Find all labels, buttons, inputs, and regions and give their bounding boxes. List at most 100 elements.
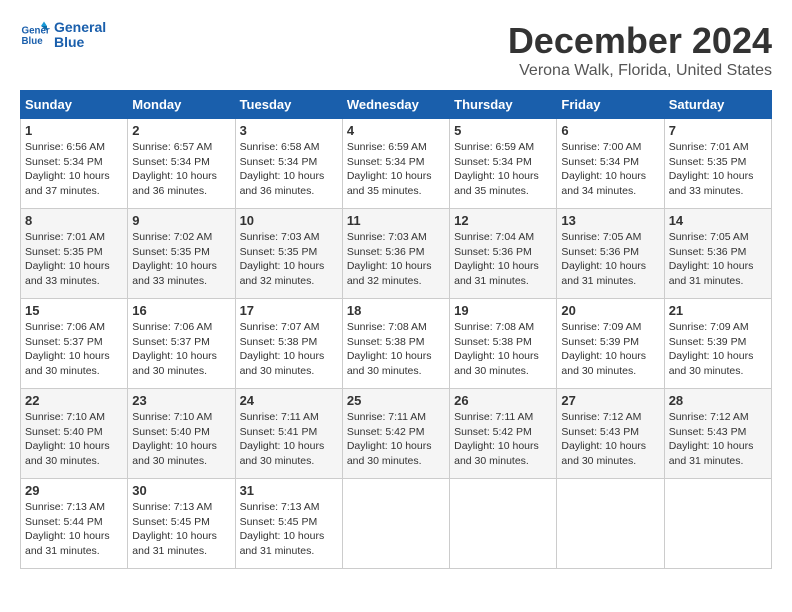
day-cell: 23 Sunrise: 7:10 AM Sunset: 5:40 PM Dayl… [128,389,235,479]
day-cell: 4 Sunrise: 6:59 AM Sunset: 5:34 PM Dayli… [342,119,449,209]
day-cell: 1 Sunrise: 6:56 AM Sunset: 5:34 PM Dayli… [21,119,128,209]
day-info: Sunrise: 6:56 AM Sunset: 5:34 PM Dayligh… [25,140,123,199]
day-info: Sunrise: 7:08 AM Sunset: 5:38 PM Dayligh… [347,320,445,379]
day-number: 10 [240,213,338,228]
day-cell: 9 Sunrise: 7:02 AM Sunset: 5:35 PM Dayli… [128,209,235,299]
day-number: 19 [454,303,552,318]
day-number: 22 [25,393,123,408]
day-number: 26 [454,393,552,408]
day-cell [450,479,557,569]
day-info: Sunrise: 7:11 AM Sunset: 5:42 PM Dayligh… [347,410,445,469]
day-info: Sunrise: 7:11 AM Sunset: 5:41 PM Dayligh… [240,410,338,469]
day-info: Sunrise: 7:12 AM Sunset: 5:43 PM Dayligh… [561,410,659,469]
day-number: 27 [561,393,659,408]
day-number: 8 [25,213,123,228]
day-cell: 7 Sunrise: 7:01 AM Sunset: 5:35 PM Dayli… [664,119,771,209]
day-info: Sunrise: 7:03 AM Sunset: 5:35 PM Dayligh… [240,230,338,289]
day-number: 16 [132,303,230,318]
day-info: Sunrise: 7:10 AM Sunset: 5:40 PM Dayligh… [25,410,123,469]
day-cell: 26 Sunrise: 7:11 AM Sunset: 5:42 PM Dayl… [450,389,557,479]
title-block: December 2024 Verona Walk, Florida, Unit… [508,20,772,80]
day-info: Sunrise: 7:01 AM Sunset: 5:35 PM Dayligh… [669,140,767,199]
day-number: 21 [669,303,767,318]
day-cell: 2 Sunrise: 6:57 AM Sunset: 5:34 PM Dayli… [128,119,235,209]
day-info: Sunrise: 7:02 AM Sunset: 5:35 PM Dayligh… [132,230,230,289]
calendar-header-row: SundayMondayTuesdayWednesdayThursdayFrid… [21,91,772,119]
day-info: Sunrise: 7:07 AM Sunset: 5:38 PM Dayligh… [240,320,338,379]
week-row-4: 22 Sunrise: 7:10 AM Sunset: 5:40 PM Dayl… [21,389,772,479]
day-number: 17 [240,303,338,318]
day-cell: 11 Sunrise: 7:03 AM Sunset: 5:36 PM Dayl… [342,209,449,299]
day-cell: 31 Sunrise: 7:13 AM Sunset: 5:45 PM Dayl… [235,479,342,569]
day-number: 15 [25,303,123,318]
day-cell [664,479,771,569]
day-cell: 30 Sunrise: 7:13 AM Sunset: 5:45 PM Dayl… [128,479,235,569]
day-number: 24 [240,393,338,408]
day-cell: 8 Sunrise: 7:01 AM Sunset: 5:35 PM Dayli… [21,209,128,299]
day-number: 18 [347,303,445,318]
day-cell: 12 Sunrise: 7:04 AM Sunset: 5:36 PM Dayl… [450,209,557,299]
day-number: 28 [669,393,767,408]
day-cell [557,479,664,569]
day-info: Sunrise: 6:59 AM Sunset: 5:34 PM Dayligh… [347,140,445,199]
day-cell: 3 Sunrise: 6:58 AM Sunset: 5:34 PM Dayli… [235,119,342,209]
day-number: 4 [347,123,445,138]
day-cell: 21 Sunrise: 7:09 AM Sunset: 5:39 PM Dayl… [664,299,771,389]
month-title: December 2024 [508,20,772,62]
day-info: Sunrise: 7:06 AM Sunset: 5:37 PM Dayligh… [25,320,123,379]
day-number: 9 [132,213,230,228]
day-info: Sunrise: 7:01 AM Sunset: 5:35 PM Dayligh… [25,230,123,289]
day-number: 25 [347,393,445,408]
day-info: Sunrise: 7:10 AM Sunset: 5:40 PM Dayligh… [132,410,230,469]
day-cell: 22 Sunrise: 7:10 AM Sunset: 5:40 PM Dayl… [21,389,128,479]
day-info: Sunrise: 7:05 AM Sunset: 5:36 PM Dayligh… [561,230,659,289]
day-cell: 5 Sunrise: 6:59 AM Sunset: 5:34 PM Dayli… [450,119,557,209]
day-info: Sunrise: 6:58 AM Sunset: 5:34 PM Dayligh… [240,140,338,199]
day-number: 13 [561,213,659,228]
day-number: 7 [669,123,767,138]
day-info: Sunrise: 7:09 AM Sunset: 5:39 PM Dayligh… [669,320,767,379]
day-info: Sunrise: 7:11 AM Sunset: 5:42 PM Dayligh… [454,410,552,469]
column-header-tuesday: Tuesday [235,91,342,119]
day-info: Sunrise: 7:03 AM Sunset: 5:36 PM Dayligh… [347,230,445,289]
day-cell: 29 Sunrise: 7:13 AM Sunset: 5:44 PM Dayl… [21,479,128,569]
day-number: 23 [132,393,230,408]
day-number: 2 [132,123,230,138]
day-cell: 27 Sunrise: 7:12 AM Sunset: 5:43 PM Dayl… [557,389,664,479]
logo: General Blue General Blue [20,20,106,51]
column-header-saturday: Saturday [664,91,771,119]
day-number: 30 [132,483,230,498]
week-row-1: 1 Sunrise: 6:56 AM Sunset: 5:34 PM Dayli… [21,119,772,209]
day-cell: 19 Sunrise: 7:08 AM Sunset: 5:38 PM Dayl… [450,299,557,389]
day-number: 11 [347,213,445,228]
column-header-friday: Friday [557,91,664,119]
day-number: 14 [669,213,767,228]
column-header-thursday: Thursday [450,91,557,119]
day-number: 12 [454,213,552,228]
column-header-sunday: Sunday [21,91,128,119]
column-header-wednesday: Wednesday [342,91,449,119]
day-info: Sunrise: 7:12 AM Sunset: 5:43 PM Dayligh… [669,410,767,469]
svg-text:Blue: Blue [22,36,44,47]
day-info: Sunrise: 7:09 AM Sunset: 5:39 PM Dayligh… [561,320,659,379]
day-info: Sunrise: 6:57 AM Sunset: 5:34 PM Dayligh… [132,140,230,199]
day-info: Sunrise: 7:05 AM Sunset: 5:36 PM Dayligh… [669,230,767,289]
day-info: Sunrise: 7:04 AM Sunset: 5:36 PM Dayligh… [454,230,552,289]
day-cell: 20 Sunrise: 7:09 AM Sunset: 5:39 PM Dayl… [557,299,664,389]
day-number: 31 [240,483,338,498]
page-header: General Blue General Blue December 2024 … [20,20,772,80]
location: Verona Walk, Florida, United States [508,62,772,80]
day-cell: 10 Sunrise: 7:03 AM Sunset: 5:35 PM Dayl… [235,209,342,299]
day-info: Sunrise: 7:00 AM Sunset: 5:34 PM Dayligh… [561,140,659,199]
calendar-body: 1 Sunrise: 6:56 AM Sunset: 5:34 PM Dayli… [21,119,772,569]
week-row-2: 8 Sunrise: 7:01 AM Sunset: 5:35 PM Dayli… [21,209,772,299]
day-info: Sunrise: 7:06 AM Sunset: 5:37 PM Dayligh… [132,320,230,379]
column-header-monday: Monday [128,91,235,119]
day-cell: 13 Sunrise: 7:05 AM Sunset: 5:36 PM Dayl… [557,209,664,299]
week-row-5: 29 Sunrise: 7:13 AM Sunset: 5:44 PM Dayl… [21,479,772,569]
day-cell: 17 Sunrise: 7:07 AM Sunset: 5:38 PM Dayl… [235,299,342,389]
logo-icon: General Blue [20,20,50,50]
day-cell: 25 Sunrise: 7:11 AM Sunset: 5:42 PM Dayl… [342,389,449,479]
week-row-3: 15 Sunrise: 7:06 AM Sunset: 5:37 PM Dayl… [21,299,772,389]
day-number: 6 [561,123,659,138]
